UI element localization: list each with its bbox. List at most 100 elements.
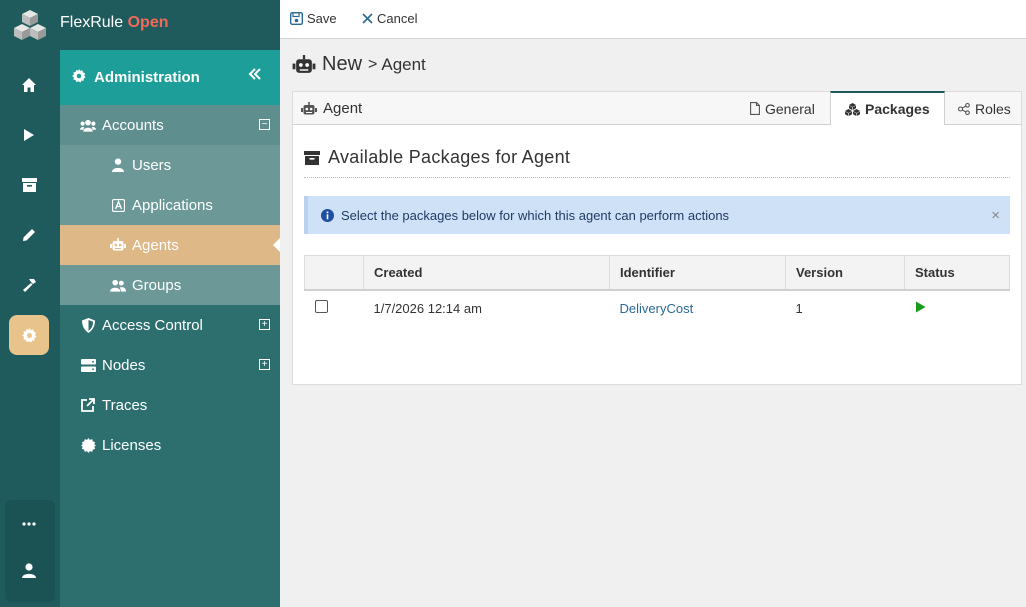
tab-general-label: General [765, 100, 815, 117]
cell-created: 1/7/2026 12:14 am [373, 300, 482, 316]
tab-packages[interactable]: Packages [830, 91, 945, 125]
save-icon [290, 12, 303, 25]
nav-label-access-control: Access Control [102, 316, 203, 334]
play-icon[interactable] [9, 115, 49, 155]
brand-title: FlexRule [60, 14, 124, 31]
cell-identifier: DeliveryCost [610, 290, 786, 326]
header-identifier[interactable]: Identifier [609, 255, 786, 291]
nav-item-applications[interactable]: Applications [60, 185, 280, 225]
row-select-cell [305, 290, 364, 326]
user-icon[interactable] [9, 550, 49, 590]
gear-icon [72, 68, 86, 87]
nav-header-label: Administration [94, 69, 200, 86]
alert-text: Select the packages below for which this… [341, 207, 730, 223]
tab-roles[interactable]: Roles [944, 92, 1025, 125]
save-button[interactable]: Save [290, 11, 337, 26]
nav-item-nodes[interactable]: Nodes + [60, 345, 280, 385]
breadcrumb-new: New [322, 53, 363, 75]
pencil-icon[interactable] [9, 215, 49, 255]
selected-indicator [273, 238, 280, 252]
icon-rail [0, 0, 60, 607]
brand-name: FlexRule Open [60, 14, 168, 32]
nav-label-licenses: Licenses [102, 436, 162, 454]
robot-icon [301, 101, 317, 116]
robot-icon [292, 54, 316, 75]
robot-icon [110, 237, 126, 253]
cancel-button[interactable]: Cancel [362, 11, 417, 26]
nav-item-agents[interactable]: Agents [60, 225, 280, 265]
close-icon [362, 13, 373, 24]
archive-icon [304, 150, 320, 165]
nav-label-users: Users [132, 156, 172, 174]
cancel-label: Cancel [377, 11, 418, 26]
archive-icon[interactable] [9, 165, 49, 205]
identifier-link[interactable]: DeliveryCost [620, 301, 694, 316]
card-header: Agent General Packages Roles [293, 91, 1021, 125]
nav-item-access-control[interactable]: Access Control + [60, 305, 280, 345]
info-alert: Select the packages below for which this… [304, 196, 1010, 234]
save-label: Save [307, 11, 337, 26]
card-title-label: Agent [323, 100, 363, 117]
table-row[interactable]: 1/7/2026 12:14 am DeliveryCost 1 [305, 290, 1010, 326]
tab-packages-label: Packages [865, 101, 930, 117]
cell-version: 1 [795, 300, 803, 316]
shield-icon [80, 317, 96, 333]
brand-edition: Open [127, 14, 169, 31]
nav-label-agents: Agents [132, 236, 179, 254]
admin-nav-panel: Administration Accounts − Users Applicat… [60, 50, 280, 607]
nav-label-groups: Groups [132, 276, 182, 294]
rail-bottom-group [5, 500, 55, 602]
user-icon [110, 157, 126, 173]
info-icon [321, 208, 334, 222]
cubes-icon [845, 102, 860, 116]
users-icon [80, 117, 96, 133]
agent-card: Agent General Packages Roles Available P… [292, 91, 1022, 385]
play-icon [915, 301, 926, 313]
tab-roles-label: Roles [975, 100, 1011, 117]
collapse-sidebar-icon[interactable] [248, 67, 262, 85]
main-content: Save Cancel New > Agent Agent General Pa… [280, 0, 1026, 607]
server-icon [80, 357, 96, 373]
share-nodes-icon [958, 102, 970, 115]
more-icon[interactable] [9, 504, 49, 544]
nav-label-traces: Traces [102, 396, 148, 414]
breadcrumb-separator: > [368, 55, 378, 73]
header-version[interactable]: Version [785, 255, 905, 291]
flexrule-logo-icon [12, 8, 48, 40]
nav-item-accounts[interactable]: Accounts − [60, 105, 280, 145]
home-icon[interactable] [9, 65, 49, 105]
page-title: New > Agent [292, 53, 426, 76]
breadcrumb-entity: Agent [381, 54, 426, 74]
brand-bar: FlexRule Open [60, 0, 280, 50]
row-checkbox[interactable] [314, 300, 328, 313]
nav-item-groups[interactable]: Groups [60, 265, 280, 305]
file-icon [750, 102, 760, 115]
external-link-icon [80, 397, 96, 413]
section-title-label: Available Packages for Agent [328, 147, 571, 167]
table-header-row: Created Identifier Version Status [304, 255, 1010, 291]
tab-general[interactable]: General [736, 92, 829, 125]
toolbar: Save Cancel [280, 0, 1026, 39]
cell-status [905, 290, 1010, 326]
accounts-group: Accounts − Users Applications Agents Gro… [60, 105, 280, 305]
application-icon [110, 197, 126, 213]
users-icon [110, 277, 126, 293]
expand-toggle-icon[interactable]: + [259, 319, 270, 330]
nav-label-nodes: Nodes [102, 356, 146, 374]
section-title: Available Packages for Agent [304, 147, 1010, 178]
nav-item-traces[interactable]: Traces [60, 385, 280, 425]
nav-label-applications: Applications [132, 196, 213, 214]
nav-header: Administration [60, 50, 280, 105]
nav-item-users[interactable]: Users [60, 145, 280, 185]
header-created[interactable]: Created [363, 255, 610, 291]
alert-close-button[interactable]: × [991, 207, 1000, 224]
gear-icon[interactable] [9, 315, 49, 355]
nav-label-accounts: Accounts [102, 116, 164, 134]
expand-toggle-icon[interactable]: + [259, 359, 270, 370]
nav-item-licenses[interactable]: Licenses [60, 425, 280, 465]
header-select [304, 255, 364, 291]
header-status[interactable]: Status [904, 255, 1010, 291]
collapse-toggle-icon[interactable]: − [259, 119, 270, 130]
certificate-icon [80, 437, 96, 453]
hammer-icon[interactable] [9, 265, 49, 305]
